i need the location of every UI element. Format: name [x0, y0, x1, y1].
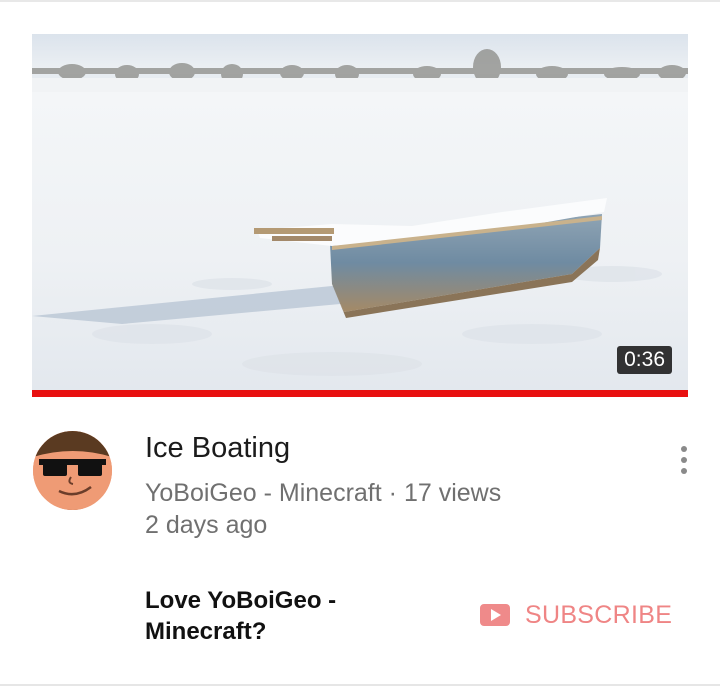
duration-badge: 0:36	[617, 346, 672, 374]
video-title[interactable]: Ice Boating	[145, 431, 290, 465]
video-thumbnail[interactable]: 0:36	[32, 34, 688, 390]
channel-name[interactable]: YoBoiGeo - Minecraft	[145, 479, 382, 507]
watch-progress-bar	[32, 390, 688, 397]
youtube-play-icon	[480, 604, 510, 626]
top-divider	[0, 0, 720, 2]
more-vertical-icon[interactable]	[672, 444, 696, 476]
subscribe-label: SUBSCRIBE	[525, 600, 673, 629]
bottom-divider	[0, 684, 720, 686]
upload-age: 2 days ago	[145, 511, 268, 539]
subscribe-prompt: Love YoBoiGeo - Minecraft?	[145, 587, 337, 645]
video-meta: YoBoiGeo - Minecraft · 17 views	[145, 478, 501, 508]
meta-separator: ·	[388, 479, 397, 507]
thumbnail-image	[32, 34, 688, 390]
view-count: 17 views	[403, 479, 502, 507]
channel-avatar[interactable]	[33, 431, 112, 510]
subscribe-button[interactable]: SUBSCRIBE	[480, 598, 672, 632]
watch-progress-fill	[32, 390, 688, 397]
